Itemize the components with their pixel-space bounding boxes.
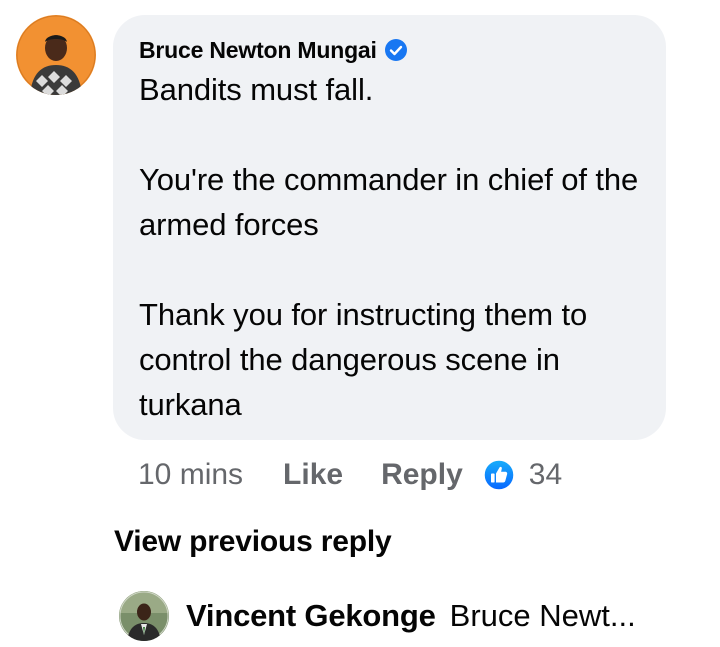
- comment-bubble: Bruce Newton Mungai Bandits must fall. Y…: [113, 15, 666, 440]
- reaction-count[interactable]: 34: [529, 458, 562, 492]
- reply-button[interactable]: Reply: [381, 458, 463, 492]
- comment-actions: 10 mins Like Reply 34: [138, 455, 562, 495]
- avatar[interactable]: [16, 15, 96, 95]
- reply-avatar[interactable]: [119, 591, 169, 641]
- reply-author-name[interactable]: Vincent Gekonge: [186, 598, 436, 634]
- verified-badge-icon: [384, 39, 407, 61]
- comment-header: Bruce Newton Mungai: [139, 37, 646, 63]
- comment-author-name[interactable]: Bruce Newton Mungai: [139, 37, 377, 64]
- like-button[interactable]: Like: [283, 458, 343, 492]
- comment-timestamp[interactable]: 10 mins: [138, 458, 243, 492]
- reply-preview[interactable]: Vincent Gekonge Bruce Newt...: [186, 596, 660, 636]
- reply-profile-photo: [119, 591, 169, 641]
- view-previous-reply-link[interactable]: View previous reply: [114, 525, 392, 559]
- profile-photo: [16, 15, 96, 95]
- reply-preview-text: Bruce Newt...: [449, 598, 636, 633]
- thumbs-up-icon[interactable]: [483, 459, 515, 491]
- comment-text: Bandits must fall. You're the commander …: [139, 72, 639, 422]
